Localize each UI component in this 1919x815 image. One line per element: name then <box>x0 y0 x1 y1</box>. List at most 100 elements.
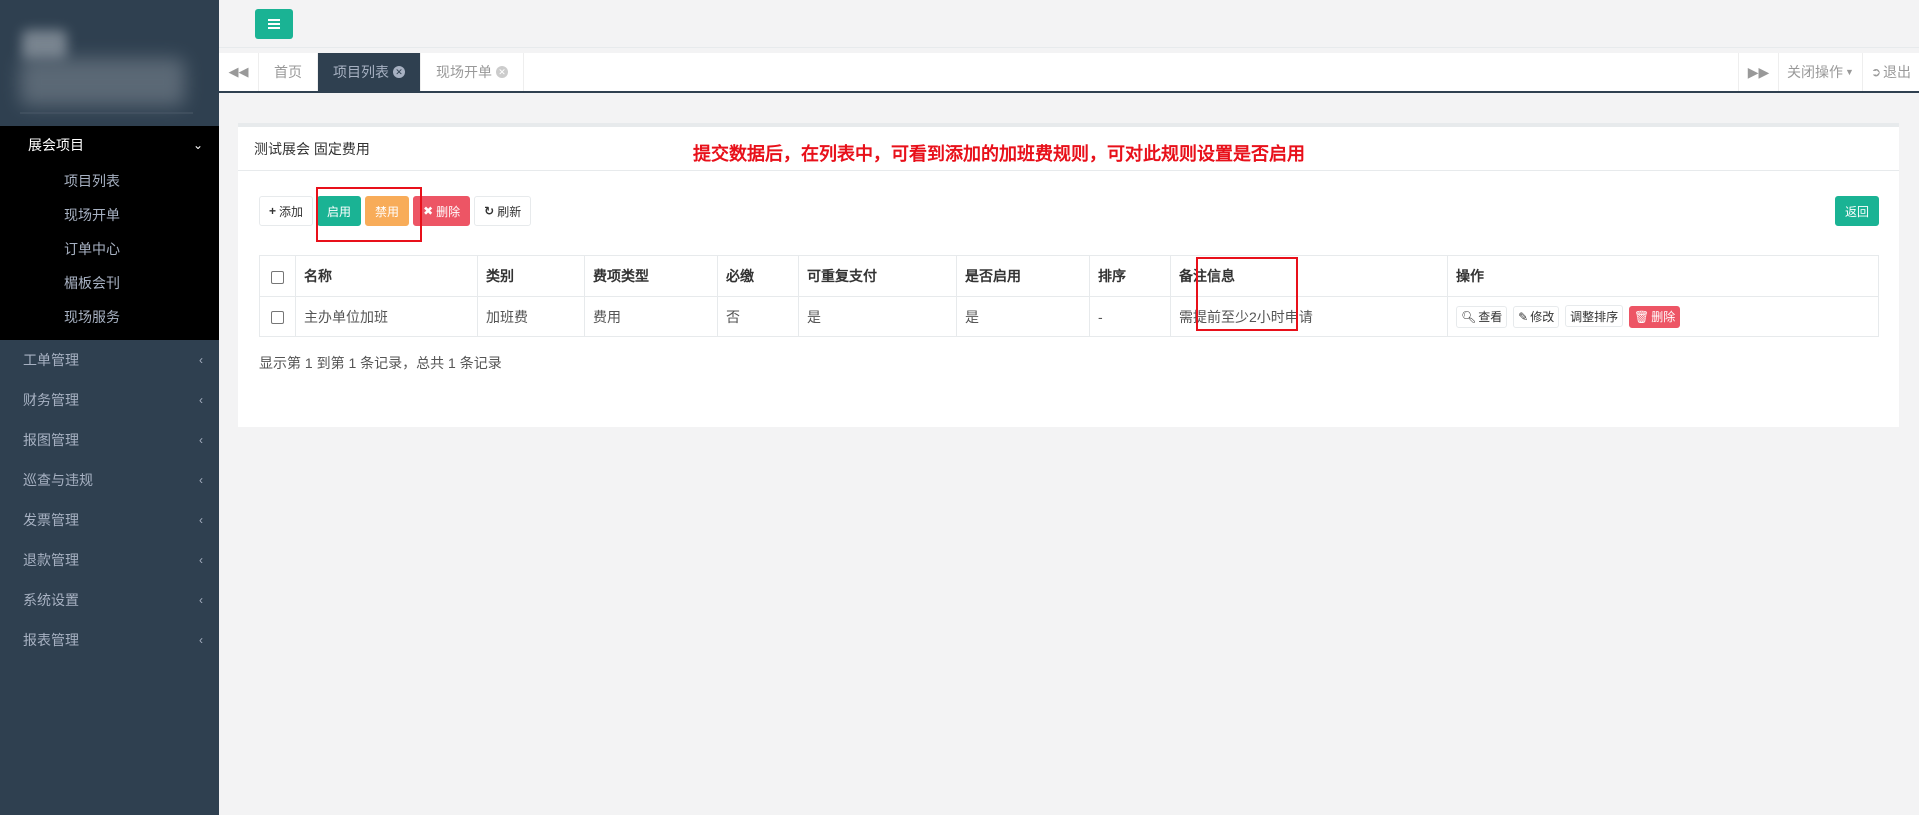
panel-header: 测试展会 固定费用 提交数据后，在列表中，可看到添加的加班费规则，可对此规则设置… <box>238 127 1899 171</box>
nav-item-inspection[interactable]: 巡查与违规 ‹ <box>0 460 219 500</box>
top-bar <box>219 0 1919 48</box>
row-delete-button[interactable]: 🗑︎ 删除 <box>1629 305 1681 328</box>
add-button[interactable]: + 添加 <box>259 196 314 226</box>
row-delete-label: 删除 <box>1651 310 1676 325</box>
plus-icon: + <box>269 204 277 218</box>
profile-area <box>0 0 219 126</box>
chevron-left-icon: ‹ <box>199 593 203 607</box>
chevron-left-icon: ‹ <box>199 353 203 367</box>
tab-scroll-right-button[interactable]: ▶▶ <box>1738 53 1778 91</box>
sub-item-fascia[interactable]: 楣板会刊 <box>0 266 219 300</box>
sub-item-order-center[interactable]: 订单中心 <box>0 232 219 266</box>
pagination-info: 显示第 1 到第 1 条记录，总共 1 条记录 <box>259 355 502 371</box>
tab-bar: ◀◀ 首页 项目列表 ✕ 现场开单 ✕ ▶▶ 关闭操作 ▼ ➲ 退出 <box>219 53 1919 93</box>
delete-label: 删除 <box>436 204 461 219</box>
chevron-left-icon: ‹ <box>199 393 203 407</box>
table-header-row: 名称 类别 费项类型 必缴 可重复支付 是否启用 排序 备注信息 操作 <box>259 255 1879 297</box>
edit-button[interactable]: ✎ 修改 <box>1513 305 1560 328</box>
content-panel: 测试展会 固定费用 提交数据后，在列表中，可看到添加的加班费规则，可对此规则设置… <box>238 123 1899 427</box>
close-operations-dropdown[interactable]: 关闭操作 ▼ <box>1778 53 1862 91</box>
nav-item-label: 发票管理 <box>23 512 79 528</box>
chevron-left-icon: ‹ <box>199 433 203 447</box>
col-header[interactable]: 必缴 <box>717 255 799 297</box>
nav-item-reports[interactable]: 报表管理 ‹ <box>0 620 219 660</box>
nav-item-label: 巡查与违规 <box>23 472 93 488</box>
cell-category: 加班费 <box>477 296 585 337</box>
tab-label: 现场开单 <box>436 64 492 80</box>
nav-item-settings[interactable]: 系统设置 ‹ <box>0 580 219 620</box>
tab-home[interactable]: 首页 <box>259 53 318 91</box>
table-row: 主办单位加班 加班费 费用 否 是 是 - 需提前至少2小时申请 🔍︎ 查看 ✎ 修… <box>259 296 1879 337</box>
hamburger-icon <box>268 23 280 25</box>
trash-icon: 🗑︎ <box>1634 309 1650 324</box>
tab-bar-right: ▶▶ 关闭操作 ▼ ➲ 退出 <box>1738 53 1919 91</box>
user-info-blurred <box>20 58 185 106</box>
view-label: 查看 <box>1478 310 1503 325</box>
row-checkbox[interactable] <box>271 311 284 325</box>
nav-item-label: 财务管理 <box>23 392 79 408</box>
close-circle-icon[interactable]: ✕ <box>496 66 508 78</box>
view-button[interactable]: 🔍︎ 查看 <box>1456 305 1508 328</box>
cell-name: 主办单位加班 <box>295 296 478 337</box>
nav-item-label: 报表管理 <box>23 632 79 648</box>
col-header[interactable]: 费项类型 <box>584 255 718 297</box>
annotation-text: 提交数据后，在列表中，可看到添加的加班费规则，可对此规则设置是否启用 <box>693 144 1305 164</box>
col-header[interactable]: 排序 <box>1089 255 1171 297</box>
nav-item-exhibition[interactable]: 展会项目 ⌄ <box>0 126 219 164</box>
nav-group-exhibition: 展会项目 ⌄ 项目列表 现场开单 订单中心 楣板会刊 现场服务 <box>0 126 219 340</box>
tab-label: 项目列表 <box>333 64 389 80</box>
nav-item-label: 工单管理 <box>23 352 79 368</box>
edit-icon: ✎ <box>1518 309 1529 324</box>
close-ops-label: 关闭操作 <box>1787 64 1844 80</box>
backward-icon: ◀◀ <box>228 64 249 79</box>
col-header[interactable]: 名称 <box>295 255 478 297</box>
chevron-down-icon: ⌄ <box>192 138 203 152</box>
back-button[interactable]: 返回 <box>1834 196 1879 226</box>
col-header[interactable]: 类别 <box>477 255 585 297</box>
sub-item-onsite-service[interactable]: 现场服务 <box>0 300 219 334</box>
add-label: 添加 <box>279 204 304 219</box>
tab-scroll-left-button[interactable]: ◀◀ <box>219 53 259 91</box>
sidebar: 展会项目 ⌄ 项目列表 现场开单 订单中心 楣板会刊 现场服务 工单管理 ‹ 财务… <box>0 0 219 815</box>
menu-toggle-button[interactable] <box>255 9 293 39</box>
nav-item-finance[interactable]: 财务管理 ‹ <box>0 380 219 420</box>
tab-onsite-order[interactable]: 现场开单 ✕ <box>421 53 524 91</box>
sub-item-project-list[interactable]: 项目列表 <box>0 164 219 198</box>
logout-label: 退出 <box>1883 64 1911 80</box>
nav-item-label: 退款管理 <box>23 552 79 568</box>
nav-item-label: 系统设置 <box>23 592 79 608</box>
cell-fee-type: 费用 <box>584 296 718 337</box>
nav-item-label: 报图管理 <box>23 432 79 448</box>
edit-label: 修改 <box>1530 310 1555 325</box>
highlight-box-enabled-column <box>1196 257 1298 331</box>
cell-enabled: 是 <box>956 296 1090 337</box>
highlight-box-toggle-buttons <box>316 187 422 242</box>
col-header: 操作 <box>1447 255 1879 297</box>
col-header[interactable]: 可重复支付 <box>798 255 957 297</box>
col-header[interactable]: 是否启用 <box>956 255 1090 297</box>
search-plus-icon: 🔍︎ <box>1461 309 1477 324</box>
panel-title: 测试展会 固定费用 <box>254 140 370 157</box>
caret-down-icon: ▼ <box>1845 67 1854 77</box>
chevron-left-icon: ‹ <box>199 553 203 567</box>
refresh-button[interactable]: ↻ 刷新 <box>474 196 532 226</box>
chevron-left-icon: ‹ <box>199 473 203 487</box>
profile-divider <box>20 112 193 114</box>
nav-item-label: 展会项目 <box>28 137 84 153</box>
nav-item-drawing[interactable]: 报图管理 ‹ <box>0 420 219 460</box>
data-table: 名称 类别 费项类型 必缴 可重复支付 是否启用 排序 备注信息 操作 主办单位… <box>259 255 1879 337</box>
tab-project-list[interactable]: 项目列表 ✕ <box>318 53 421 91</box>
forward-icon: ▶▶ <box>1747 63 1770 80</box>
nav-item-refund[interactable]: 退款管理 ‹ <box>0 540 219 580</box>
refresh-label: 刷新 <box>497 204 522 219</box>
times-icon: ✖ <box>423 204 434 218</box>
select-all-cell <box>259 255 296 297</box>
reorder-button[interactable]: 调整排序 <box>1565 305 1624 328</box>
select-all-checkbox[interactable] <box>271 270 284 284</box>
nav-item-invoice[interactable]: 发票管理 ‹ <box>0 500 219 540</box>
chevron-left-icon: ‹ <box>199 513 203 527</box>
sub-item-onsite-order[interactable]: 现场开单 <box>0 198 219 232</box>
logout-button[interactable]: ➲ 退出 <box>1861 53 1919 91</box>
close-circle-icon[interactable]: ✕ <box>393 66 405 78</box>
nav-item-workorder[interactable]: 工单管理 ‹ <box>0 340 219 380</box>
